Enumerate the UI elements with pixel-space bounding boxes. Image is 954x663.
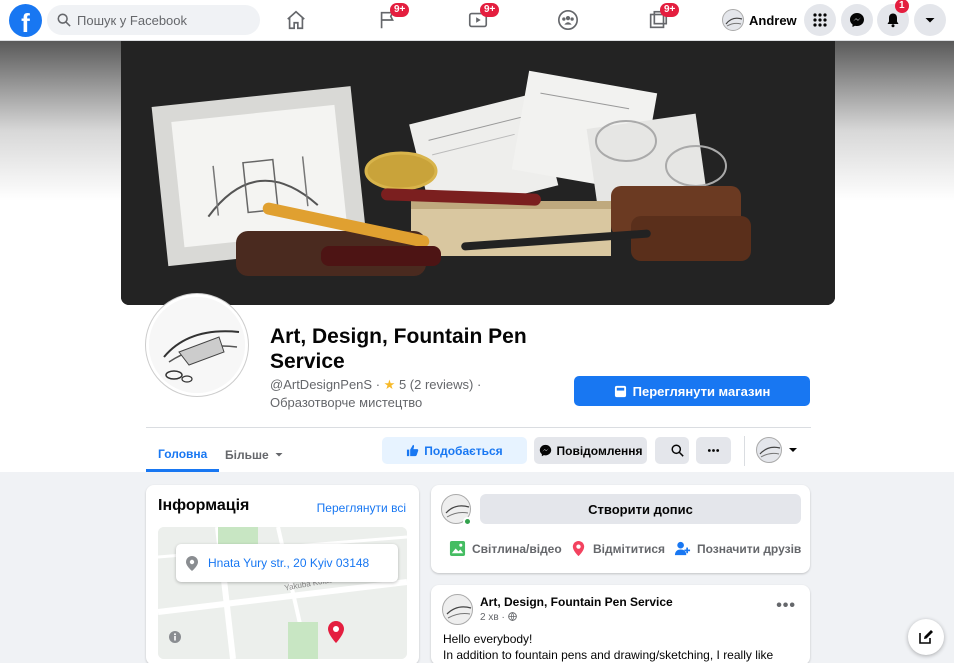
nav-home[interactable] — [276, 5, 316, 35]
view-shop-label: Переглянути магазин — [632, 383, 771, 399]
new-message-button[interactable] — [908, 619, 944, 655]
user-name: Andrew — [749, 12, 797, 28]
thumbs-up-icon — [407, 444, 419, 457]
post-line-2: In addition to fountain pens and drawing… — [443, 648, 774, 662]
online-status-dot — [463, 517, 472, 526]
photo-icon — [449, 540, 466, 557]
search-box[interactable] — [47, 5, 260, 35]
globe-icon — [507, 612, 517, 622]
page-mini-avatar — [756, 437, 782, 463]
post-author-avatar[interactable] — [442, 594, 473, 625]
tag-friends-option[interactable]: Позначити друзів — [674, 540, 801, 557]
map-pin-icon — [186, 555, 198, 571]
search-icon — [57, 13, 71, 27]
location-pin-icon — [328, 621, 344, 643]
location-pin-icon — [572, 540, 585, 557]
like-page-button[interactable]: Подобається — [382, 437, 527, 464]
page-title: Art, Design, Fountain Pen Service — [270, 325, 527, 373]
post-line-1: Hello everybody! — [443, 632, 533, 646]
create-post-button[interactable]: Створити допис — [480, 494, 801, 524]
shop-icon — [614, 385, 626, 397]
page-search-button[interactable] — [655, 437, 689, 464]
profile-chip[interactable]: Andrew — [722, 6, 797, 34]
post-time[interactable]: 2 хв — [480, 612, 499, 623]
menu-button[interactable] — [804, 4, 836, 36]
view-as-selector[interactable] — [756, 436, 798, 464]
tab-more-label: Більше — [225, 448, 269, 462]
view-shop-button[interactable]: Переглянути магазин — [574, 376, 810, 406]
photo-video-option[interactable]: Світлина/відео — [449, 540, 562, 557]
action-separator — [744, 436, 745, 466]
more-options-button[interactable] — [696, 437, 731, 464]
post-card: Art, Design, Fountain Pen Service 2 хв ·… — [431, 585, 810, 663]
notifications-button[interactable]: 1 — [877, 0, 909, 36]
page-rating[interactable]: 5 (2 reviews) — [399, 377, 473, 392]
tag-people-icon — [674, 541, 691, 556]
cover-photo[interactable] — [121, 41, 835, 305]
nav-watch[interactable]: 9+ — [458, 3, 500, 35]
checkin-label: Відмітитися — [593, 541, 666, 556]
more-dots-icon — [707, 449, 720, 452]
caret-down-icon — [275, 453, 283, 457]
caret-down-icon — [789, 448, 797, 452]
address-box[interactable]: Hnata Yury str., 20 Kyiv 03148 — [176, 544, 398, 582]
send-message-button[interactable]: Повідомлення — [534, 437, 647, 464]
top-navigation-bar: f 9+ 9+ 9+ Andrew 1 — [0, 0, 954, 41]
info-card: Інформація Переглянути всі Yakuba Kolasa… — [146, 485, 419, 663]
cover-illustration — [121, 41, 835, 305]
account-menu-button[interactable] — [914, 4, 946, 36]
nav-gaming[interactable]: 9+ — [638, 3, 680, 35]
home-icon — [287, 10, 305, 30]
star-icon: ★ — [383, 377, 396, 392]
address-text[interactable]: Hnata Yury str., 20 Kyiv 03148 — [208, 556, 369, 570]
message-label: Повідомлення — [556, 443, 643, 458]
nav-pages[interactable]: 9+ — [368, 3, 410, 35]
messenger-button[interactable] — [841, 4, 873, 36]
search-input[interactable] — [77, 12, 247, 28]
tag-friends-label: Позначити друзів — [697, 541, 802, 556]
notifications-badge: 1 — [895, 0, 909, 13]
info-icon[interactable] — [169, 631, 181, 643]
tab-home[interactable]: Головна — [146, 438, 220, 472]
search-icon — [670, 444, 684, 457]
post-author[interactable]: Art, Design, Fountain Pen Service — [480, 595, 673, 609]
compose-icon — [919, 630, 933, 644]
page-handle[interactable]: @ArtDesignPenS — [270, 377, 372, 392]
caret-down-icon — [925, 18, 935, 23]
messenger-icon — [850, 13, 864, 27]
checkin-option[interactable]: Відмітитися — [570, 540, 665, 557]
messenger-icon — [539, 444, 551, 457]
post-options-button[interactable]: ••• — [776, 597, 796, 615]
see-all-link[interactable]: Переглянути всі — [317, 501, 406, 515]
nav-groups[interactable] — [548, 5, 588, 35]
page-category[interactable]: Образотворче мистецтво — [270, 395, 422, 410]
like-label: Подобається — [424, 443, 503, 458]
post-body: Hello everybody! In addition to fountain… — [443, 631, 803, 663]
create-post-card: Створити допис Світлина/відео Відмітитис… — [431, 485, 810, 573]
post-meta: 2 хв · — [480, 612, 517, 623]
tab-more[interactable]: Більше — [225, 438, 284, 472]
watch-badge: 9+ — [480, 3, 500, 17]
user-avatar — [722, 9, 744, 31]
page-avatar[interactable] — [146, 294, 248, 396]
page-subtitle: @ArtDesignPenS · ★ 5 (2 reviews) · Образ… — [270, 377, 482, 410]
location-map[interactable]: Yakuba Kolasa Hnata Yury str., 20 Kyiv 0… — [158, 527, 407, 659]
facebook-logo[interactable]: f — [9, 4, 42, 37]
pages-badge: 9+ — [390, 3, 410, 17]
grid-menu-icon — [813, 13, 827, 27]
info-title: Інформація — [158, 497, 250, 514]
groups-icon — [558, 10, 578, 30]
gaming-badge: 9+ — [660, 3, 680, 17]
photo-video-label: Світлина/відео — [472, 541, 562, 556]
bell-icon — [887, 13, 899, 28]
header-divider — [146, 427, 811, 428]
